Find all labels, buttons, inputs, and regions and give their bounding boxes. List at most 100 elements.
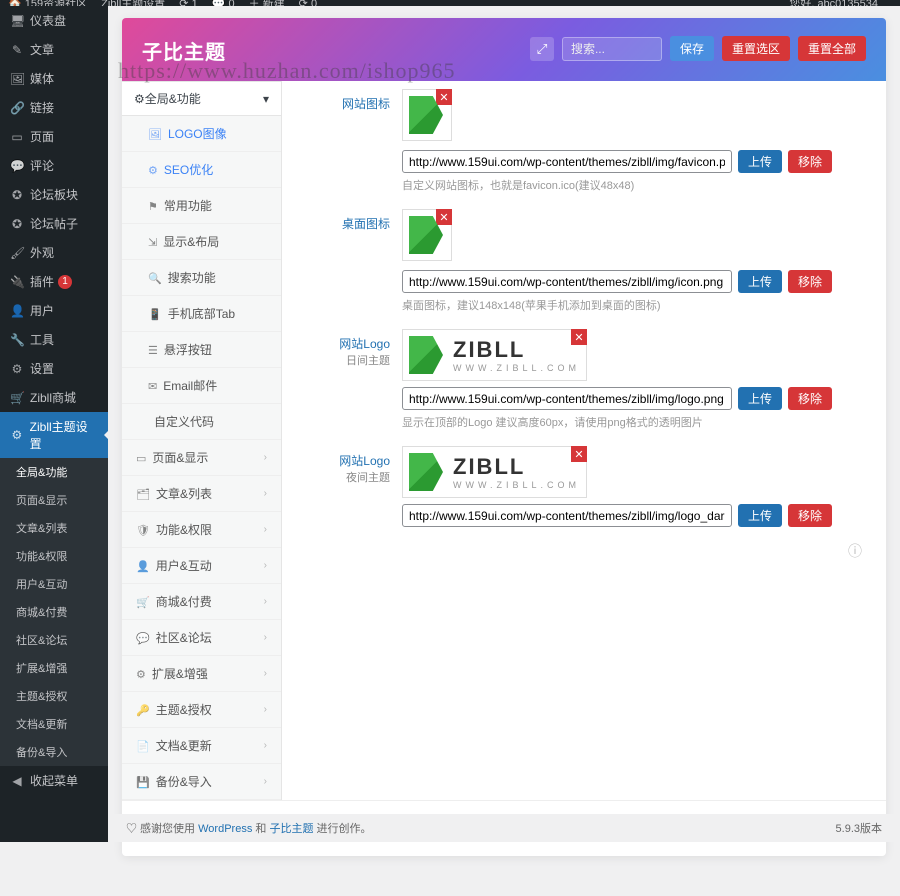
menu-icon: 🔗 [10,101,24,115]
menu-icon: ▭ [10,130,24,144]
sidebar-item-12[interactable]: ⚙设置 [0,354,108,383]
sidebar-item-7[interactable]: ✪论坛帖子 [0,209,108,238]
image-preview: ✕ZIBLLWWW.ZIBLL.COM [402,329,587,381]
tab-sub-5[interactable]: ✉Email邮件 [122,368,281,404]
sidebar-item-8[interactable]: 🖌外观 [0,238,108,267]
remove-button[interactable]: 移除 [788,150,832,173]
sidebar-item-3[interactable]: 🔗链接 [0,93,108,122]
chevron-right-icon: › [264,560,267,571]
ab-greeting[interactable]: 您好, abc0135534 [789,0,878,6]
sidebar-subitem-1[interactable]: 页面&显示 [0,486,108,514]
tab-seo[interactable]: ⚙SEO优化 [122,152,281,188]
sidebar-subitem-10[interactable]: 备份&导入 [0,738,108,766]
chevron-right-icon: › [264,596,267,607]
sidebar-item-0[interactable]: 🖥仪表盘 [0,6,108,35]
url-input[interactable] [402,387,732,410]
sidebar-item-1[interactable]: ✎文章 [0,35,108,64]
sidebar-subitem-2[interactable]: 文章&列表 [0,514,108,542]
sidebar-item-5[interactable]: 💬评论 [0,151,108,180]
help-text: 自定义网站图标，也就是favicon.ico(建议48x48) [402,177,866,193]
url-input[interactable] [402,270,732,293]
tab-sub-0[interactable]: ⚑常用功能 [122,188,281,224]
sidebar-item-13[interactable]: 🛒Zibll商城 [0,383,108,412]
ab-zero[interactable]: ⟳ 0 [299,0,317,6]
reset-section-button[interactable]: 重置选区 [722,36,790,61]
tab-sub-1[interactable]: ⇲显示&布局 [122,224,281,260]
ab-current[interactable]: Zibll主题设置 [101,0,165,6]
ab-new[interactable]: ＋ 新建 [249,0,285,6]
expand-icon[interactable]: ⤢ [530,37,554,61]
tab-sub-4[interactable]: ☰悬浮按钮 [122,332,281,368]
tab-sub-2[interactable]: 🔍搜索功能 [122,260,281,296]
tab-logo[interactable]: 🖼LOGO图像 [122,116,281,152]
tab-parent-4[interactable]: 🛒商城&付费› [122,584,281,620]
sidebar-subitem-7[interactable]: 扩展&增强 [0,654,108,682]
panel-header: 子比主题 ⤢ 保存 重置选区 重置全部 [122,18,886,81]
tab-parent-2[interactable]: 🛡功能&权限› [122,512,281,548]
image-preview: ✕ZIBLLWWW.ZIBLL.COM [402,446,587,498]
sidebar-item-9[interactable]: 🔌插件1 [0,267,108,296]
sidebar-subitem-8[interactable]: 主题&授权 [0,682,108,710]
chevron-right-icon: › [264,704,267,715]
tab-parent-0[interactable]: ▭页面&显示› [122,440,281,476]
field-label: 网站Logo [339,337,390,351]
remove-icon[interactable]: ✕ [571,446,587,462]
sidebar-subitem-3[interactable]: 功能&权限 [0,542,108,570]
sidebar-item-14[interactable]: ⚙Zibll主题设置 [0,412,108,458]
chevron-right-icon: › [264,452,267,463]
chevron-right-icon: › [264,668,267,679]
chevron-right-icon: › [264,524,267,535]
wp-admin-sidebar: 🖥仪表盘✎文章🖼媒体🔗链接▭页面💬评论✪论坛板块✪论坛帖子🖌外观🔌插件1👤用户🔧… [0,6,108,842]
tab-parent-3[interactable]: 👤用户&互动› [122,548,281,584]
upload-button[interactable]: 上传 [738,387,782,410]
sidebar-subitem-9[interactable]: 文档&更新 [0,710,108,738]
tab-parent-5[interactable]: 💬社区&论坛› [122,620,281,656]
group-head-global[interactable]: ⚙全局&功能 ▾ [122,81,281,116]
logo-icon [409,453,443,491]
search-input[interactable] [562,37,662,61]
url-input[interactable] [402,150,732,173]
chevron-right-icon: › [264,488,267,499]
sidebar-subitem-5[interactable]: 商城&付费 [0,598,108,626]
sidebar-item-10[interactable]: 👤用户 [0,296,108,325]
remove-icon[interactable]: ✕ [571,329,587,345]
tab-parent-6[interactable]: ⚙扩展&增强› [122,656,281,692]
help-text: 显示在顶部的Logo 建议高度60px，请使用png格式的透明图片 [402,414,866,430]
theme-link[interactable]: 子比主题 [269,823,313,835]
tab-parent-9[interactable]: 💾备份&导入› [122,764,281,800]
ab-updates[interactable]: ⟳ 1 [179,0,197,6]
sidebar-subitem-0[interactable]: 全局&功能 [0,458,108,486]
tab-parent-1[interactable]: 🗂文章&列表› [122,476,281,512]
url-input[interactable] [402,504,732,527]
menu-icon: ✪ [10,217,24,231]
sidebar-subitem-4[interactable]: 用户&互动 [0,570,108,598]
ab-comments[interactable]: 💬 0 [212,0,235,6]
remove-button[interactable]: 移除 [788,387,832,410]
sidebar-item-4[interactable]: ▭页面 [0,122,108,151]
remove-button[interactable]: 移除 [788,270,832,293]
upload-button[interactable]: 上传 [738,150,782,173]
tab-sub-6[interactable]: 自定义代码 [122,404,281,440]
menu-icon: ⚙ [10,362,24,376]
tab-sub-3[interactable]: 📱手机底部Tab [122,296,281,332]
sidebar-subitem-6[interactable]: 社区&论坛 [0,626,108,654]
remove-icon[interactable]: ✕ [436,209,452,225]
collapse-menu[interactable]: ◀收起菜单 [0,766,108,795]
logo-text: ZIBLLWWW.ZIBLL.COM [453,454,580,490]
sidebar-item-2[interactable]: 🖼媒体 [0,64,108,93]
reset-all-button[interactable]: 重置全部 [798,36,866,61]
wordpress-link[interactable]: WordPress [198,823,252,835]
menu-icon: 💬 [10,159,24,173]
sidebar-item-6[interactable]: ✪论坛板块 [0,180,108,209]
menu-icon: ⚙ [10,428,24,442]
tab-parent-8[interactable]: 📄文档&更新› [122,728,281,764]
info-icon[interactable]: ⓘ [848,541,862,561]
upload-button[interactable]: 上传 [738,270,782,293]
tab-parent-7[interactable]: 🔑主题&授权› [122,692,281,728]
sidebar-item-11[interactable]: 🔧工具 [0,325,108,354]
remove-icon[interactable]: ✕ [436,89,452,105]
save-button[interactable]: 保存 [670,36,714,61]
upload-button[interactable]: 上传 [738,504,782,527]
field-row-0: 网站图标✕上传移除自定义网站图标，也就是favicon.ico(建议48x48) [282,81,886,201]
remove-button[interactable]: 移除 [788,504,832,527]
